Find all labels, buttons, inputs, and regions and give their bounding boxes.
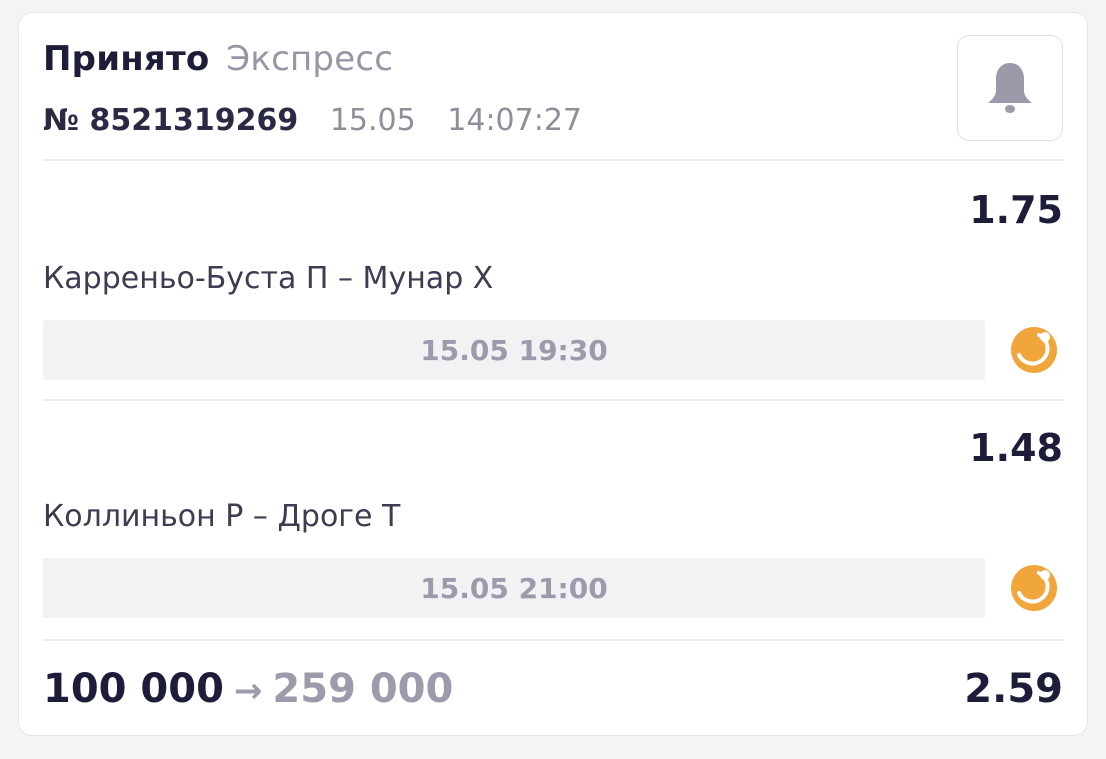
- total-odd: 2.59: [964, 666, 1063, 712]
- bet-footer: 100 000 → 259 000 2.59: [43, 663, 1063, 719]
- divider: [43, 399, 1063, 401]
- bell-icon: [988, 63, 1032, 113]
- tennis-ball-icon: [1011, 565, 1057, 611]
- divider: [43, 159, 1063, 161]
- bet-meta: № 8521319269 15.05 14:07:27: [43, 101, 582, 141]
- event-odd: 1.48: [969, 426, 1063, 470]
- bet-type: Экспресс: [226, 39, 394, 79]
- bet-status: Принято: [43, 39, 210, 79]
- arrow-right-icon: →: [233, 671, 263, 711]
- bet-title: Принято Экспресс: [43, 37, 393, 81]
- stake-payout: 100 000 → 259 000: [43, 663, 453, 717]
- bet-time: 14:07:27: [447, 103, 583, 138]
- tennis-ball-icon: [1011, 327, 1057, 373]
- bet-number: № 8521319269: [43, 103, 299, 138]
- stake-amount: 100 000: [43, 666, 224, 712]
- notification-button[interactable]: [957, 35, 1063, 141]
- event-teams: Коллиньон Р – Дроге Т: [43, 499, 401, 534]
- event-teams: Карреньо-Буста П – Мунар Х: [43, 261, 494, 296]
- event-odd: 1.75: [969, 188, 1063, 232]
- bet-header: Принято Экспресс № 8521319269 15.05 14:0…: [43, 35, 1063, 161]
- event-item-2[interactable]: 1.48 Коллиньон Р – Дроге Т 15.05 21:00: [43, 423, 1063, 643]
- bet-card: Принято Экспресс № 8521319269 15.05 14:0…: [18, 12, 1088, 736]
- event-start-time: 15.05 19:30: [43, 320, 985, 380]
- event-start-time: 15.05 21:00: [43, 558, 985, 618]
- potential-payout: 259 000: [272, 666, 454, 712]
- event-item-1[interactable]: 1.75 Карреньо-Буста П – Мунар Х 15.05 19…: [43, 185, 1063, 405]
- bet-date: 15.05: [329, 103, 416, 138]
- divider: [43, 639, 1063, 641]
